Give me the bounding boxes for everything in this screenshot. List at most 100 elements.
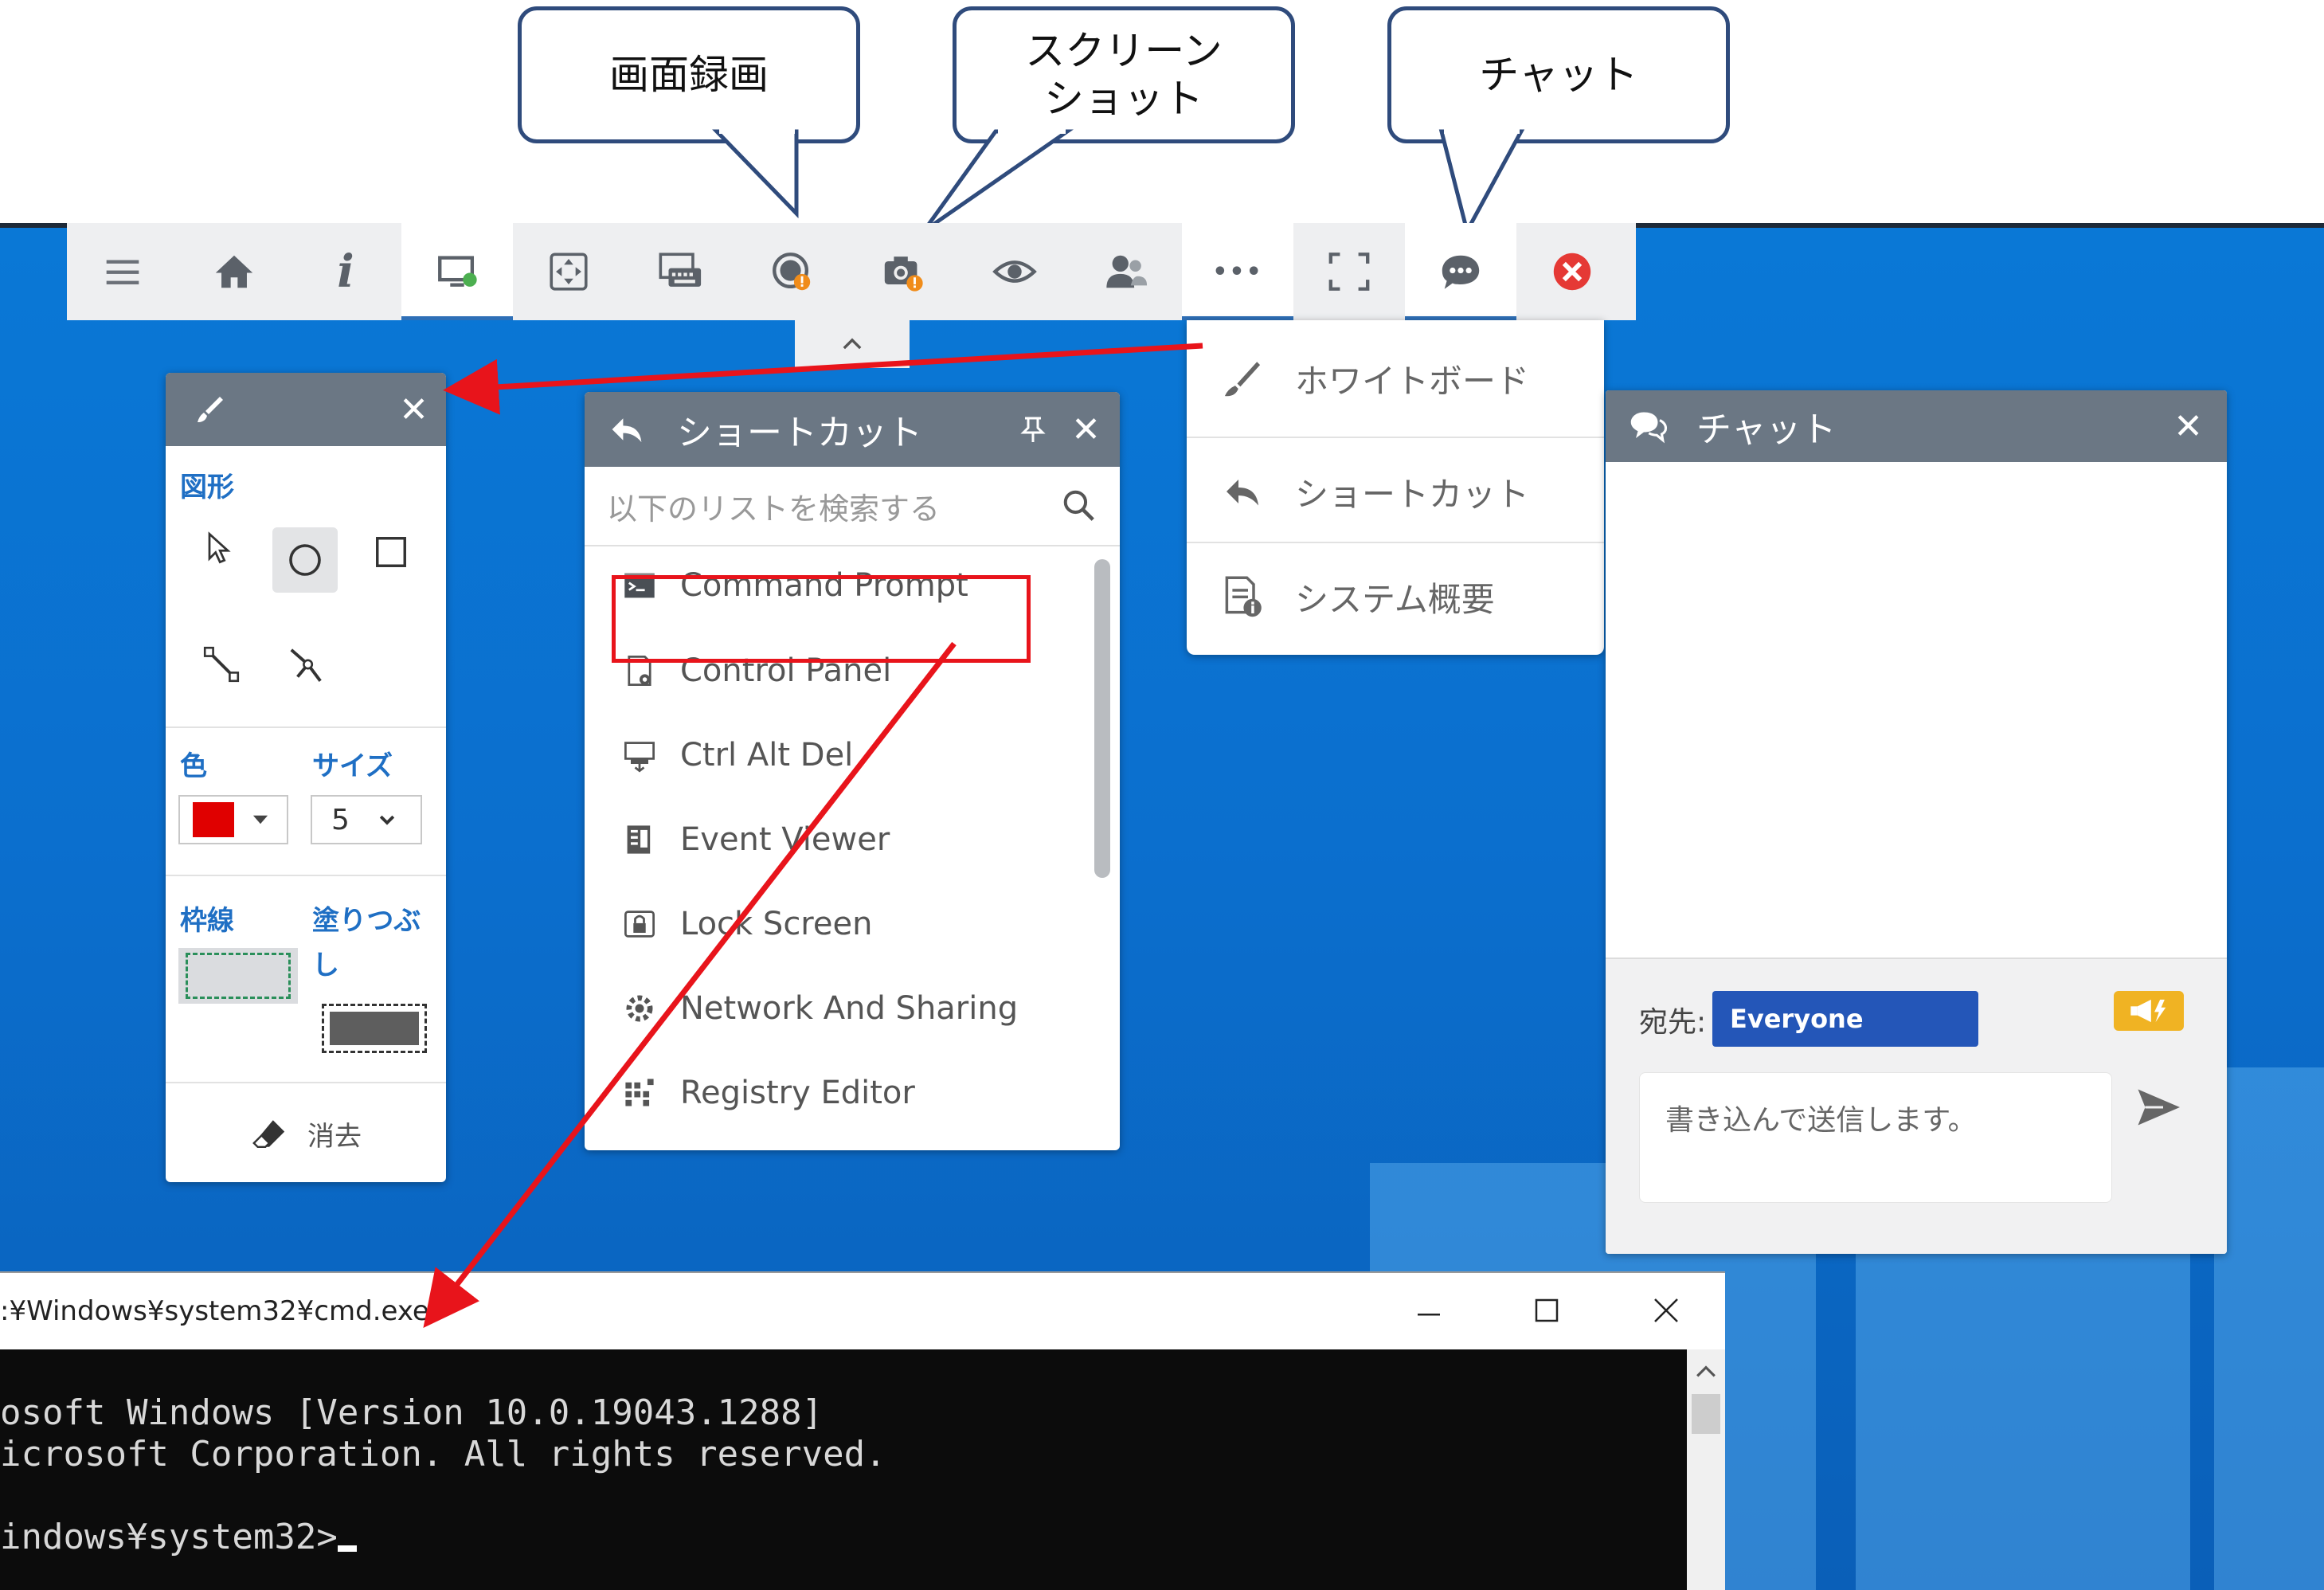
highlight-box-command-prompt <box>612 575 1031 663</box>
fullscreen-button[interactable] <box>1293 223 1405 320</box>
cmd-scrollbar[interactable] <box>1687 1349 1725 1590</box>
scrollbar-thumb[interactable] <box>1094 559 1110 878</box>
more-button[interactable]: ••• <box>1182 223 1293 320</box>
erase-button[interactable]: 消去 <box>166 1098 446 1169</box>
fill-style-swatch[interactable] <box>322 1004 427 1053</box>
shortcut-item-network-and-sharing[interactable]: Network And Sharing <box>620 977 1018 1040</box>
message-input[interactable]: 書き込んで送信します。 <box>1639 1072 2112 1203</box>
console-line: osoft Windows [Version 10.0.19043.1288] <box>0 1392 824 1433</box>
send-button[interactable] <box>2134 1083 2187 1136</box>
view-button[interactable] <box>959 223 1070 320</box>
scrollbar-thumb[interactable] <box>1692 1394 1720 1434</box>
chat-bubbles-icon <box>1630 412 1668 444</box>
recipient-select[interactable]: Everyone <box>1712 991 1978 1047</box>
console-line: icrosoft Corporation. All rights reserve… <box>0 1434 886 1474</box>
broadcast-button[interactable] <box>2114 991 2184 1031</box>
toolbar-collapse-button[interactable] <box>795 320 910 368</box>
divider <box>166 1082 446 1083</box>
record-button[interactable] <box>736 223 847 320</box>
reply-icon <box>612 418 642 443</box>
shortcut-search[interactable]: 以下のリストを検索する <box>585 467 1120 546</box>
disconnect-button[interactable] <box>1516 223 1628 320</box>
close-icon <box>1553 253 1591 291</box>
circle-tool[interactable] <box>272 527 338 593</box>
users-icon <box>1106 255 1148 288</box>
keyboard-button[interactable] <box>624 223 736 320</box>
network-gear-icon <box>626 995 653 1022</box>
reply-icon <box>1227 480 1258 506</box>
shortcut-item-registry-editor[interactable]: Registry Editor <box>620 1061 915 1125</box>
polyline-tool[interactable] <box>285 644 333 691</box>
minimize-button[interactable] <box>1395 1290 1462 1330</box>
camera-icon <box>884 257 923 292</box>
to-label: 宛先: <box>1639 1006 1707 1039</box>
send-icon <box>2138 1089 2180 1126</box>
cmd-title: :¥Windows¥system32¥cmd.exe <box>0 1295 429 1327</box>
shapes-label: 図形 <box>180 472 234 503</box>
window-close-button[interactable] <box>1633 1290 1700 1330</box>
users-button[interactable] <box>1070 223 1182 320</box>
menu-item-system-summary[interactable]: システム概要 <box>1187 545 1604 648</box>
remote-toolbar: i ••• <box>67 223 1636 320</box>
border-style-swatch[interactable] <box>178 948 298 1004</box>
size-select[interactable]: 5 <box>311 795 422 844</box>
border-label: 枠線 <box>180 905 234 937</box>
whiteboard-panel: ✕ 図形 色 サイズ 5 枠線 塗りつぶし 消去 <box>166 373 446 1182</box>
windows-logo-pane <box>2214 1067 2324 1590</box>
brush-icon <box>198 397 223 422</box>
registry-icon <box>625 1079 654 1106</box>
screenshot-button[interactable] <box>847 223 959 320</box>
chevron-down-icon <box>379 815 395 825</box>
color-swatch <box>193 802 234 837</box>
divider <box>166 875 446 876</box>
whiteboard-header: ✕ <box>166 373 446 446</box>
minimize-icon <box>1418 1314 1440 1316</box>
shortcut-header: ショートカット ✕ <box>585 392 1120 467</box>
close-icon[interactable]: ✕ <box>399 390 428 430</box>
fill-label: 塗りつぶし <box>312 905 421 981</box>
menu-item-whiteboard[interactable]: ホワイトボード <box>1187 327 1604 430</box>
monitor-button[interactable] <box>401 223 513 320</box>
maximize-button[interactable] <box>1513 1290 1580 1330</box>
square-icon <box>376 537 406 567</box>
shortcut-item-lock-screen[interactable]: Lock Screen <box>620 892 872 956</box>
rectangle-tool[interactable] <box>368 529 414 575</box>
close-icon[interactable]: ✕ <box>2173 406 2203 447</box>
more-icon: ••• <box>1212 257 1263 286</box>
shortcut-item-ctrl-alt-del[interactable]: Ctrl Alt Del <box>620 723 853 787</box>
close-icon <box>1654 1298 1678 1322</box>
callout-pointers <box>712 126 1525 237</box>
shortcut-item-event-viewer[interactable]: Event Viewer <box>620 808 890 871</box>
home-button[interactable] <box>178 223 290 320</box>
cmd-console[interactable]: osoft Windows [Version 10.0.19043.1288] i… <box>0 1349 1687 1590</box>
polyline-icon <box>290 648 322 682</box>
chat-compose-area: 宛先: Everyone 書き込んで送信します。 <box>1606 958 2227 1254</box>
close-icon[interactable]: ✕ <box>1071 409 1101 450</box>
lock-icon <box>624 911 655 938</box>
menu-button[interactable] <box>67 223 178 320</box>
line-icon <box>203 646 240 683</box>
chat-header: チャット ✕ <box>1606 390 2227 462</box>
chat-button[interactable] <box>1405 223 1516 320</box>
chevron-up-icon <box>843 338 862 350</box>
menu-item-shortcut[interactable]: ショートカット <box>1187 440 1604 543</box>
ctrl-alt-del-icon <box>624 742 655 773</box>
divider <box>1187 437 1604 438</box>
line-tool[interactable] <box>201 644 248 691</box>
event-viewer-icon <box>627 825 651 854</box>
fit-screen-button[interactable] <box>513 223 624 320</box>
monitor-icon <box>438 256 477 287</box>
console-prompt: indows¥system32> <box>0 1517 338 1557</box>
info-button[interactable]: i <box>290 223 401 320</box>
pin-icon[interactable] <box>1017 413 1049 445</box>
caret-down-icon <box>252 815 268 824</box>
console-line: ​ <box>0 1475 1687 1517</box>
pointer-tool[interactable] <box>196 526 241 570</box>
search-input[interactable]: 以下のリストを検索する <box>607 484 1061 528</box>
search-icon <box>1063 490 1094 521</box>
color-select[interactable] <box>178 795 288 844</box>
fit-screen-icon <box>550 253 588 291</box>
chevron-up-icon <box>1696 1365 1716 1377</box>
eraser-icon <box>252 1120 285 1148</box>
color-label: 色 <box>180 750 207 782</box>
